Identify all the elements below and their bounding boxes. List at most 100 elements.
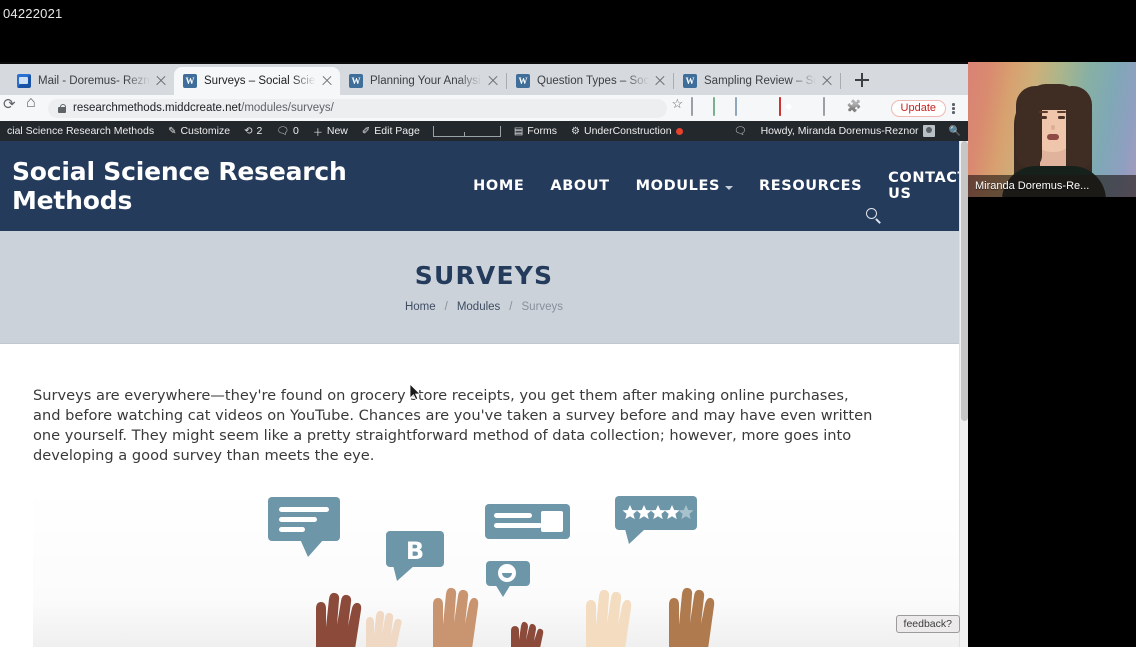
admin-bar-customize[interactable]: ✎ Customize — [161, 121, 237, 141]
new-tab-button[interactable] — [849, 67, 875, 93]
extension-icon-5[interactable] — [778, 97, 799, 118]
forms-icon: ▤ — [513, 125, 524, 137]
address-bar[interactable]: researchmethods.middcreate.net/modules/s… — [48, 98, 667, 118]
video-tile-miranda[interactable]: Miranda Doremus-Re... — [968, 62, 1136, 197]
url-path: /modules/surveys/ — [241, 102, 334, 114]
extension-icon-4[interactable] — [757, 98, 777, 118]
reload-icon[interactable] — [0, 95, 22, 119]
site-brand[interactable]: Social Science Research Methods — [12, 157, 431, 215]
update-button[interactable]: Update — [890, 99, 946, 117]
avatar — [922, 125, 935, 137]
admin-bar-revisions-count: 2 — [256, 125, 263, 137]
nav-item-label: CONTACT US — [888, 170, 968, 202]
participant-eye-right — [1058, 116, 1065, 119]
admin-bar-revisions[interactable]: ⟲ 2 — [237, 121, 269, 141]
admin-bar-customize-label: Customize — [180, 125, 231, 137]
admin-bar-account[interactable]: Howdy, Miranda Doremus-Reznor — [754, 121, 942, 141]
home-icon[interactable] — [22, 94, 44, 119]
page-scrollbar[interactable] — [959, 141, 968, 647]
url-host: researchmethods.middcreate.net — [73, 102, 242, 114]
browser-tab-2[interactable]: W Planning Your Analysis – Socia — [340, 67, 506, 95]
browser-tab-3[interactable]: W Question Types – Social Scien — [507, 67, 673, 95]
status-dot-icon — [675, 127, 683, 135]
nav-item-label: ABOUT — [550, 178, 610, 194]
close-icon[interactable] — [320, 74, 334, 88]
site-header: Social Science Research Methods HOME ABO… — [0, 141, 968, 231]
close-icon[interactable] — [486, 74, 500, 88]
nav-item-label: RESOURCES — [759, 178, 863, 194]
admin-bar-howdy-label: Howdy, Miranda Doremus-Reznor — [760, 125, 919, 137]
extension-icon-7[interactable] — [822, 97, 843, 118]
video-participant-column: Miranda Doremus-Re... — [968, 62, 1136, 647]
nav-item-resources[interactable]: RESOURCES — [759, 178, 862, 194]
admin-bar-inline-field[interactable] — [432, 125, 501, 137]
breadcrumb-separator: / — [509, 301, 513, 313]
admin-bar-under-construction[interactable]: ⚙ UnderConstruction — [564, 121, 690, 141]
gear-icon: ⚙ — [571, 125, 580, 137]
nav-item-modules[interactable]: MODULES — [636, 178, 733, 194]
nav-item-about[interactable]: ABOUT — [550, 178, 609, 194]
admin-bar-site-name[interactable]: cial Science Research Methods — [0, 121, 161, 141]
site-search-icon[interactable] — [864, 206, 884, 226]
nav-item-contact-us[interactable]: CONTACT US — [888, 170, 968, 202]
participant-hair-right — [1066, 86, 1092, 170]
close-icon[interactable] — [154, 74, 168, 88]
admin-bar-forms[interactable]: ▤ Forms — [507, 121, 564, 141]
participant-brow-right — [1057, 111, 1066, 113]
admin-bar-comments-count: 0 — [293, 125, 299, 137]
main-navigation: HOME ABOUT MODULES RESOURCES CONTACT US — [473, 170, 968, 202]
feedback-button[interactable]: feedback? — [895, 615, 960, 633]
wordpress-icon: W — [683, 74, 697, 88]
magnifier-glyph — [866, 208, 877, 219]
wordpress-icon: W — [349, 74, 363, 88]
bookmark-star-icon[interactable] — [669, 96, 689, 118]
admin-bar-edit-page[interactable]: ✐ Edit Page — [355, 121, 427, 141]
plus-icon: ＋ — [312, 127, 323, 139]
page-title: SURVEYS — [414, 261, 554, 290]
extension-icon-2[interactable] — [712, 97, 733, 118]
profile-avatar-icon[interactable] — [867, 98, 887, 118]
nav-item-home[interactable]: HOME — [473, 178, 524, 194]
breadcrumb-separator: / — [444, 301, 448, 313]
svg-text:B: B — [406, 537, 424, 565]
admin-bar-notifications[interactable]: 🗨 — [727, 121, 754, 141]
scrollbar-thumb[interactable] — [961, 141, 968, 421]
wordpress-icon: W — [183, 74, 197, 88]
page-content: Surveys are everywhere—they're found on … — [0, 344, 968, 647]
browser-toolbar: researchmethods.middcreate.net/modules/s… — [0, 94, 968, 121]
browser-tab-title: Sampling Review – Social Scie — [704, 75, 816, 87]
edit-pencil-icon: ✐ — [361, 125, 371, 137]
close-icon[interactable] — [653, 74, 667, 88]
browser-tab-4[interactable]: W Sampling Review – Social Scie — [674, 67, 840, 95]
participant-mouth — [1047, 134, 1059, 140]
extension-icon-6[interactable] — [801, 98, 821, 118]
browser-tab-0[interactable]: Mail - Doremus- Reznor, Mirar — [8, 67, 174, 95]
browser-tab-title: Planning Your Analysis – Socia — [370, 75, 482, 87]
admin-bar-new[interactable]: ＋ New — [306, 121, 355, 141]
admin-bar-search[interactable]: 🔍 — [942, 121, 968, 141]
extension-icon-1[interactable] — [690, 97, 711, 118]
participant-name: Miranda Doremus-Re... — [975, 180, 1090, 192]
recording-top-bar: 04222021 — [0, 0, 1136, 62]
puzzle-extensions-icon[interactable] — [845, 98, 865, 118]
admin-bar-edit-page-label: Edit Page — [374, 125, 420, 137]
browser-tab-bar: Mail - Doremus- Reznor, Mirar W Surveys … — [0, 62, 968, 95]
admin-bar-forms-label: Forms — [527, 125, 558, 137]
lock-icon — [57, 103, 67, 113]
wordpress-admin-bar: cial Science Research Methods ✎ Customiz… — [0, 121, 968, 141]
pencil-icon: ✎ — [168, 125, 177, 137]
browser-tab-title: Question Types – Social Scien — [537, 75, 649, 87]
participant-name-strip: Miranda Doremus-Re... — [968, 175, 1136, 197]
admin-bar-under-construction-label: UnderConstruction — [583, 125, 672, 137]
close-icon[interactable] — [820, 74, 834, 88]
breadcrumb-item-modules[interactable]: Modules — [457, 301, 500, 313]
outlook-icon — [17, 74, 31, 88]
extension-icon-3[interactable] — [734, 97, 755, 118]
revisions-icon: ⟲ — [244, 125, 253, 137]
browser-tab-1[interactable]: W Surveys – Social Science Rese — [174, 67, 340, 95]
chrome-menu-icon[interactable] — [946, 98, 960, 118]
breadcrumb-item-home[interactable]: Home — [405, 301, 436, 313]
browser-tab-title: Surveys – Social Science Rese — [204, 75, 316, 87]
admin-bar-comments[interactable]: 🗨 0 — [269, 121, 306, 141]
participant-nose — [1051, 125, 1055, 130]
